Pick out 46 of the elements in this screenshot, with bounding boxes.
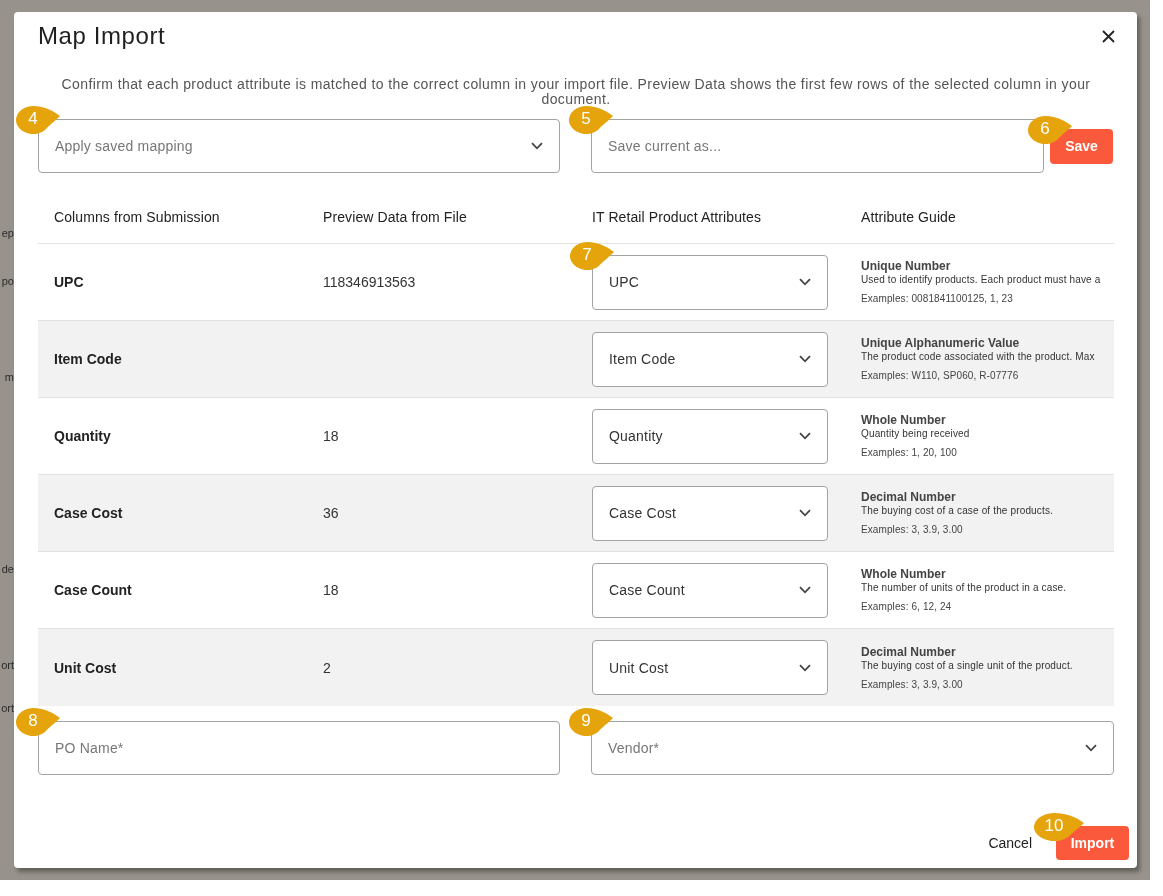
source-column-name: Unit Cost (53, 659, 118, 676)
source-column-name: Case Count (53, 582, 133, 598)
source-column-name: Quantity (53, 428, 112, 444)
background-text: m (4, 370, 14, 384)
attribute-examples: Examples: W110, SP060, R-07776 (861, 369, 1019, 382)
attribute-examples: Examples: 3, 3.9, 3.00 (861, 677, 963, 691)
callout-tooltip: 5 (568, 104, 614, 134)
preview-value: 36 (322, 505, 340, 521)
background-text: ort (1, 658, 14, 672)
attribute-examples: Examples: 1, 20, 100 (861, 446, 957, 459)
callout-tooltip: 7 (569, 239, 615, 270)
background-text: ort (1, 701, 14, 715)
callout-tooltip: 4 (15, 104, 61, 134)
preview-value: 18 (322, 582, 340, 598)
column-header: Columns from Submission (53, 208, 221, 225)
attribute-type: Decimal Number (861, 644, 956, 659)
column-header: Attribute Guide (860, 208, 957, 225)
attribute-examples: Examples: 0081841100125, 1, 23 (861, 292, 1013, 305)
attribute-description: The number of units of the product in a case. (861, 581, 1067, 594)
column-header: IT Retail Product Attributes (591, 208, 763, 225)
attribute-type: Unique Alphanumeric Value (861, 336, 1020, 350)
attribute-type: Whole Number (861, 567, 946, 581)
attribute-description: Used to identify products. Each product must have a (861, 273, 1101, 286)
background-text: po (1, 274, 14, 288)
attribute-examples: Examples: 3, 3.9, 3.00 (861, 523, 963, 536)
preview-value: 118346913563 (322, 274, 417, 290)
attribute-type: Unique Number (861, 259, 951, 273)
attribute-examples: Examples: 6, 12, 24 (861, 600, 952, 613)
attribute-description: The product code associated with the product. Max (861, 350, 1095, 363)
attribute-description: The buying cost of a case of the products. (861, 504, 1053, 517)
attribute-type: Decimal Number (861, 490, 956, 504)
attribute-description: Quantity being received (861, 427, 970, 440)
callout-tooltip: 8 (15, 706, 61, 736)
attribute-type: Whole Number (861, 413, 946, 427)
column-header: Preview Data from File (322, 208, 468, 225)
background-text: de (1, 562, 14, 576)
dialog-title: Map Import (38, 21, 166, 51)
source-column-name: UPC (53, 274, 85, 290)
background-text: ep (1, 226, 14, 240)
attribute-description: The buying cost of a single unit of the product. (861, 658, 1073, 672)
source-column-name: Item Code (53, 351, 123, 367)
instructions-text: Confirm that each product attribute is matched to the correct column in your import file. Preview Data shows the first few rows of the selected column in your document. (60, 77, 1092, 107)
preview-value: 2 (322, 659, 332, 676)
source-column-name: Case Cost (53, 505, 124, 521)
callout-tooltip: 9 (568, 706, 614, 736)
preview-value: 18 (322, 428, 340, 444)
